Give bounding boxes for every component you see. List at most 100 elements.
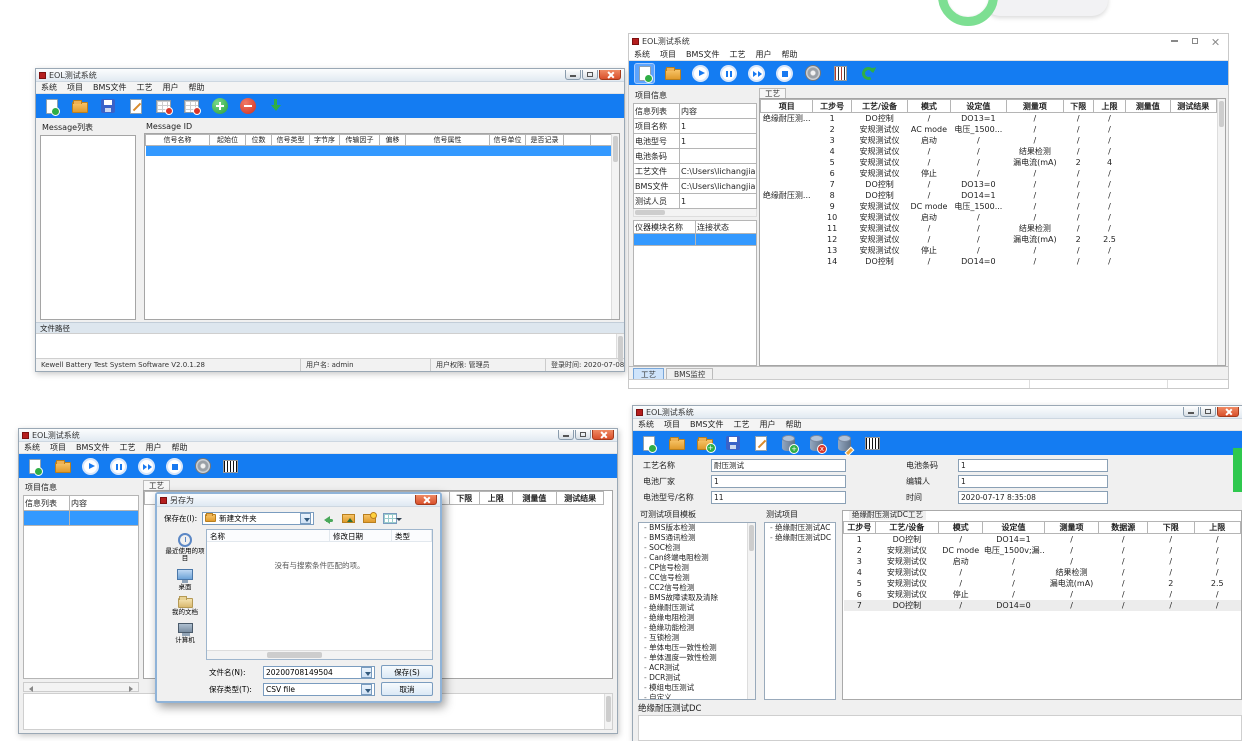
db-add-icon[interactable] — [779, 434, 798, 453]
info-row[interactable]: 项目名称 1 — [634, 119, 757, 134]
step-row[interactable]: 12 安规测试仪 / / 漏电流(mA) 2 2.5 — [761, 234, 1217, 245]
menu-item[interactable]: 帮助 — [171, 442, 187, 453]
process-tab[interactable]: 工艺 — [759, 88, 786, 98]
open-folder-icon[interactable] — [70, 97, 89, 116]
step-column-header[interactable]: 设定值 — [983, 522, 1044, 534]
template-item[interactable]: 模组电压测试 — [639, 683, 755, 693]
log-area[interactable] — [36, 333, 624, 359]
vertical-scrollbar[interactable] — [1217, 99, 1225, 365]
barcode-icon[interactable] — [863, 434, 882, 453]
signal-column-header[interactable]: 偏移 — [380, 135, 406, 146]
step-row[interactable]: 2 安规测试仪 AC mode 电压_1500... / / / — [761, 124, 1217, 135]
new-doc-icon[interactable] — [42, 97, 61, 116]
step-row[interactable]: 2 安规测试仪 DC mode 电压_1500v;漏... / / / / — [844, 545, 1241, 556]
step-column-header[interactable]: 上限 — [480, 492, 512, 505]
step-row[interactable]: 7 DO控制 / DO14=0 / / / / — [844, 600, 1241, 611]
filename-input[interactable]: 20200708149504 — [263, 666, 375, 679]
log-scrollbar[interactable] — [604, 694, 612, 729]
close-button[interactable] — [1217, 407, 1239, 417]
info-header[interactable]: 信息列表 — [634, 104, 680, 119]
place-desktop[interactable]: 桌面 — [177, 569, 193, 591]
open-folder-icon[interactable] — [667, 434, 686, 453]
step-column-header[interactable]: 测试结果 — [557, 492, 604, 505]
info-header[interactable]: 信息列表 — [24, 496, 70, 511]
place-recent[interactable]: 最近使用的项目 — [164, 533, 206, 562]
horizontal-scrollbar[interactable] — [23, 682, 139, 692]
close-button[interactable] — [592, 430, 614, 440]
vertical-scrollbar[interactable] — [611, 134, 619, 319]
dialog-titlebar[interactable]: 另存为 — [157, 494, 440, 507]
step-column-header[interactable]: 上限 — [1194, 522, 1241, 534]
info-row[interactable]: 测试人员 1 — [634, 194, 757, 209]
menu-item[interactable]: 帮助 — [781, 49, 797, 60]
step-row[interactable]: 6 安规测试仪 停止 / / / / — [761, 168, 1217, 179]
step-row[interactable]: 9 安规测试仪 DC mode 电压_1500... / / / — [761, 201, 1217, 212]
menu-item[interactable]: 系统 — [24, 442, 40, 453]
menu-item[interactable]: BMS文件 — [93, 82, 126, 93]
minimize-button[interactable] — [1171, 40, 1178, 42]
minimize-button[interactable] — [1183, 407, 1199, 417]
open-folder-icon[interactable] — [663, 64, 682, 83]
save-icon[interactable] — [723, 434, 742, 453]
step-row[interactable]: 10 安规测试仪 启动 / / / / — [761, 212, 1217, 223]
process-name-input[interactable]: 耐压测试 — [711, 459, 846, 472]
template-item[interactable]: CP信号检测 — [639, 563, 755, 573]
step-row[interactable]: 11 安规测试仪 / / 结果检测 / / — [761, 223, 1217, 234]
info-row[interactable]: 电池型号 1 — [634, 134, 757, 149]
fast-forward-icon[interactable] — [137, 457, 156, 476]
selected-module-row[interactable] — [634, 234, 757, 246]
step-column-header[interactable]: 测量值 — [1126, 100, 1170, 113]
step-row[interactable]: 14 DO控制 / DO14=0 / / / — [761, 256, 1217, 267]
titlebar[interactable]: EOL测试系统 — [629, 34, 1228, 48]
info-list-box[interactable] — [23, 526, 139, 679]
time-input[interactable]: 2020-07-17 8:35:08 — [958, 491, 1108, 504]
template-item[interactable]: DCR测试 — [639, 673, 755, 683]
step-column-header[interactable]: 模式 — [939, 522, 983, 534]
menu-item[interactable]: 用户 — [759, 419, 775, 430]
edit-icon[interactable] — [126, 97, 145, 116]
step-column-header[interactable]: 模式 — [908, 100, 950, 113]
maximize-button[interactable] — [575, 430, 591, 440]
column-type[interactable]: 类型 — [392, 530, 432, 541]
minimize-button[interactable] — [565, 70, 581, 80]
template-item[interactable]: ACR测试 — [639, 663, 755, 673]
tab-bms-monitor[interactable]: BMS监控 — [666, 368, 713, 379]
menu-item[interactable]: 项目 — [660, 49, 676, 60]
signal-column-header[interactable]: 传输因子 — [340, 135, 380, 146]
step-column-header[interactable]: 上限 — [1093, 100, 1125, 113]
step-column-header[interactable]: 设定值 — [950, 100, 1006, 113]
step-column-header[interactable]: 测量值 — [512, 492, 557, 505]
editor-input[interactable]: 1 — [958, 475, 1108, 488]
cancel-button[interactable]: 取消 — [381, 682, 433, 696]
menu-item[interactable]: 工艺 — [136, 82, 152, 93]
template-item[interactable]: 互锁检测 — [639, 633, 755, 643]
add-circle-icon[interactable] — [210, 97, 229, 116]
template-item[interactable]: Can终端电阻检测 — [639, 553, 755, 563]
barcode-icon[interactable] — [221, 457, 240, 476]
menu-item[interactable]: BMS文件 — [686, 49, 719, 60]
dropdown-arrow-icon[interactable] — [300, 513, 311, 524]
signal-column-header[interactable]: 信号单位 — [490, 135, 526, 146]
info-row[interactable]: 电池条码 — [634, 149, 757, 164]
process-tab[interactable]: 工艺 — [143, 480, 170, 490]
step-row[interactable]: 5 安规测试仪 / / 漏电流(mA) 2 4 — [761, 157, 1217, 168]
step-row[interactable]: 7 DO控制 / DO13=0 / / / — [761, 179, 1217, 190]
save-icon[interactable] — [98, 97, 117, 116]
info-header[interactable]: 内容 — [680, 104, 757, 119]
table-delete-icon[interactable] — [154, 97, 173, 116]
stop-icon[interactable] — [165, 457, 184, 476]
save-in-combobox[interactable]: 新建文件夹 — [202, 512, 314, 525]
template-item[interactable]: BMS通讯检测 — [639, 533, 755, 543]
menu-item[interactable]: 项目 — [67, 82, 83, 93]
menu-item[interactable]: 用户 — [145, 442, 161, 453]
close-button[interactable] — [415, 495, 437, 505]
edit-icon[interactable] — [751, 434, 770, 453]
remove-circle-icon[interactable] — [238, 97, 257, 116]
fast-forward-icon[interactable] — [747, 64, 766, 83]
template-item[interactable]: CC2信号检测 — [639, 583, 755, 593]
signal-column-header[interactable]: 字节序 — [310, 135, 340, 146]
horizontal-scrollbar[interactable] — [207, 650, 432, 659]
table-delete-icon-2[interactable] — [182, 97, 201, 116]
report-icon[interactable] — [831, 64, 850, 83]
step-row[interactable]: 3 安规测试仪 启动 / / / / — [761, 135, 1217, 146]
